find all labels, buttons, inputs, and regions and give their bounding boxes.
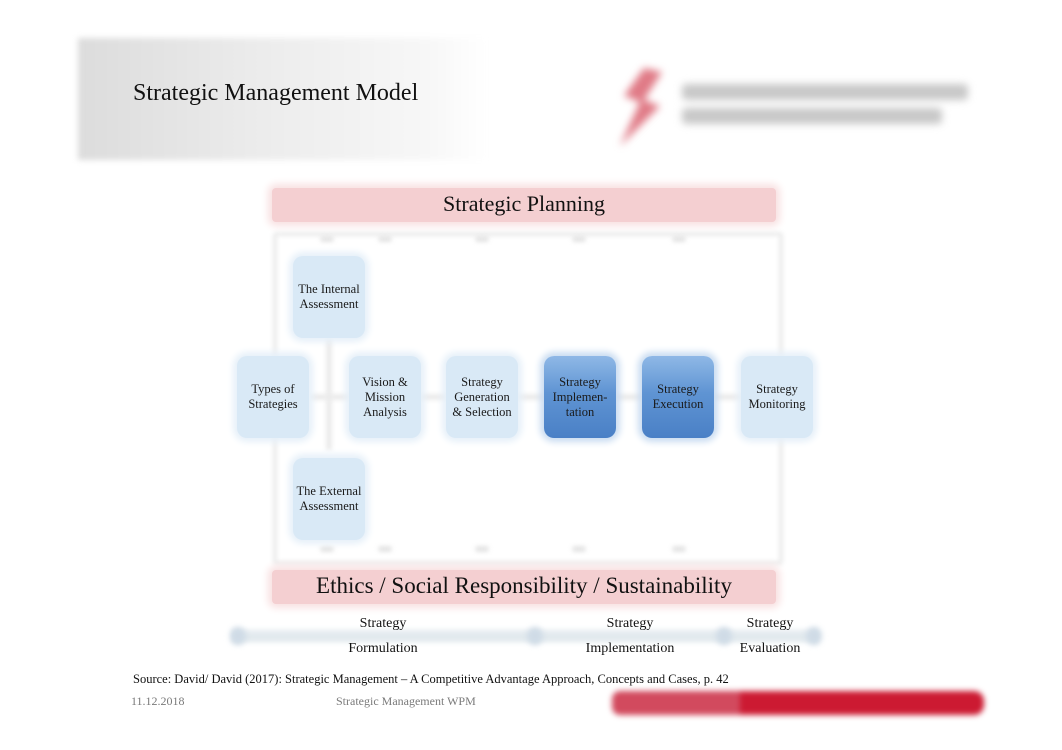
node-strategy-implementation: Strategy Implemen-tation xyxy=(544,356,616,438)
frame-tick xyxy=(672,546,686,552)
node-strategy-generation: Strategy Generation & Selection xyxy=(446,356,518,438)
phase-formulation: Strategy Formulation xyxy=(348,616,418,656)
node-strategy-execution: Strategy Execution xyxy=(642,356,714,438)
frame-tick xyxy=(378,236,392,242)
footer-bar-segment-right xyxy=(740,691,984,715)
footer-course: Strategic Management WPM xyxy=(336,694,476,708)
frame-tick xyxy=(320,546,334,552)
node-external-assessment: The External Assessment xyxy=(293,458,365,540)
frame-tick xyxy=(320,236,334,242)
frame-tick xyxy=(378,546,392,552)
frame-tick xyxy=(572,546,586,552)
frame-tick xyxy=(475,236,489,242)
node-strategy-monitoring: Strategy Monitoring xyxy=(741,356,813,438)
node-vision-mission-analysis: Vision & Mission Analysis xyxy=(349,356,421,438)
phase-marker xyxy=(230,627,246,645)
strategic-planning-label: Strategic Planning xyxy=(443,191,605,216)
page-title: Strategic Management Model xyxy=(133,80,419,106)
ethics-label: Ethics / Social Responsibility / Sustain… xyxy=(316,573,732,598)
footer-brand-bar xyxy=(612,691,984,715)
phase-marker xyxy=(527,627,543,645)
frame-tick xyxy=(672,236,686,242)
source-citation: Source: David/ David (2017): Strategic M… xyxy=(133,672,729,686)
node-types-of-strategies: Types of Strategies xyxy=(237,356,309,438)
frame-tick xyxy=(475,546,489,552)
footer-bar-segment-left xyxy=(612,691,742,715)
logo-text-line-2 xyxy=(682,108,942,124)
university-logo-icon xyxy=(620,68,662,146)
node-internal-assessment: The Internal Assessment xyxy=(293,256,365,338)
phase-evaluation: Strategy Evaluation xyxy=(739,616,801,656)
frame-tick xyxy=(572,236,586,242)
university-logo: University of Applied Sciences xyxy=(606,62,976,152)
phase-implementation: Strategy Implementation xyxy=(585,616,675,656)
footer-date: 11.12.2018 xyxy=(131,694,185,708)
